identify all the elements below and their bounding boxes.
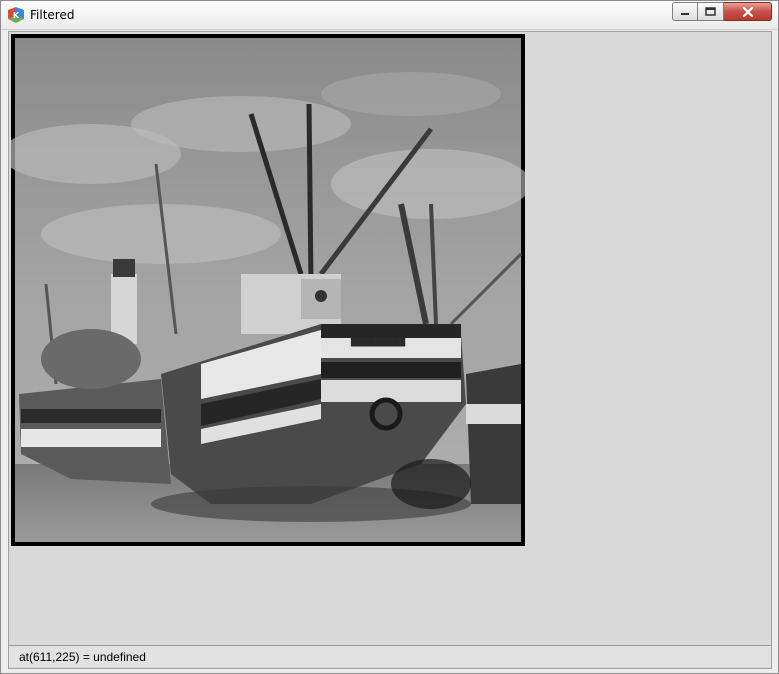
minimize-button[interactable] <box>672 2 698 21</box>
maximize-button[interactable] <box>698 2 724 21</box>
maximize-icon <box>705 7 716 16</box>
minimize-icon <box>681 12 689 15</box>
filtered-boat-image: ▆▆▆▆▆▆▆▆▆ <box>11 38 525 542</box>
close-button[interactable] <box>724 2 772 21</box>
image-canvas[interactable]: ▆▆▆▆▆▆▆▆▆ <box>11 34 525 546</box>
status-text: at(611,225) = undefined <box>19 650 146 664</box>
close-icon <box>742 6 753 17</box>
svg-text:▆▆▆▆▆▆▆▆▆: ▆▆▆▆▆▆▆▆▆ <box>350 336 406 347</box>
window-title: Filtered <box>30 8 75 22</box>
app-window: K Filtered ▆▆▆▆▆▆▆▆▆ at(611,225) = undef… <box>0 0 779 674</box>
client-area: ▆▆▆▆▆▆▆▆▆ at(611,225) = undefined <box>8 31 772 669</box>
title-bar[interactable]: K Filtered <box>1 1 778 30</box>
status-bar: at(611,225) = undefined <box>9 645 771 667</box>
svg-text:K: K <box>13 11 20 20</box>
gtk-logo-icon: K <box>8 7 24 23</box>
